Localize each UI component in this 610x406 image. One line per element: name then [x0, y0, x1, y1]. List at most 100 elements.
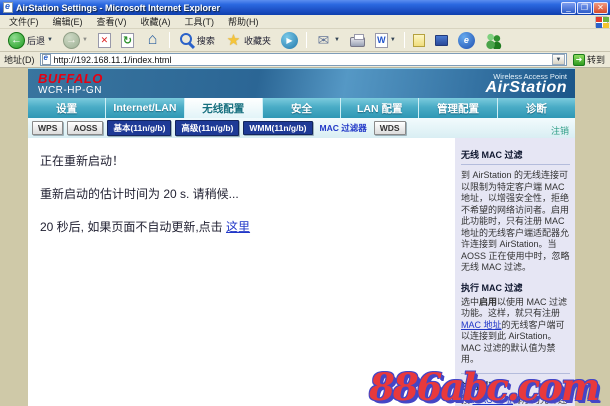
- print-button[interactable]: [346, 31, 369, 49]
- back-icon: [8, 31, 25, 49]
- media-button[interactable]: [277, 30, 302, 51]
- toolbar-separator: [168, 32, 170, 48]
- subtab-AOSS[interactable]: AOSS: [67, 121, 104, 135]
- minimize-button[interactable]: _: [561, 1, 576, 14]
- tab-Internet/LAN[interactable]: Internet/LAN: [106, 98, 185, 118]
- edit-button[interactable]: ▼: [371, 31, 400, 50]
- product-name: AirStation: [485, 79, 567, 96]
- home-icon: [144, 32, 161, 49]
- edit-icon: [374, 32, 388, 48]
- menu-item[interactable]: 编辑(E): [46, 14, 90, 29]
- address-value[interactable]: http://192.168.11.1/index.html: [54, 55, 549, 65]
- subtab-基本(11n/g/b)[interactable]: 基本(11n/g/b): [107, 120, 172, 136]
- sub-tabs: WPS AOSS 基本(11n/g/b) 高级(11n/g/b) WMM(11n/g/b…: [32, 120, 406, 136]
- favorites-button[interactable]: 收藏夹: [221, 30, 275, 51]
- mail-icon: [315, 32, 332, 49]
- tab-无线配置[interactable]: 无线配置: [184, 98, 263, 118]
- menu-item[interactable]: 工具(T): [178, 14, 222, 29]
- sidebar-divider: [461, 164, 570, 165]
- buddies-icon: [484, 31, 502, 49]
- toolbar-button-label: 搜索: [196, 35, 215, 46]
- main-panel: 正在重新启动！ 重新启动的估计时间为 20 s. 请稍候... 20 秒后, 如…: [28, 138, 455, 406]
- sub-nav-bar: WPS AOSS 基本(11n/g/b) 高级(11n/g/b) WMM(11n/g/b…: [28, 118, 575, 138]
- title-bar: AirStation Settings - Microsoft Internet…: [0, 0, 610, 15]
- search-icon: [178, 32, 195, 49]
- refresh-hint-prefix: 20 秒后, 如果页面不自动更新,点击: [40, 220, 227, 234]
- stop-icon: [97, 32, 111, 48]
- messenger-icon: [457, 31, 475, 49]
- sidebar-mac-link[interactable]: MAC 地址: [461, 320, 502, 330]
- page-icon: [41, 53, 51, 65]
- address-input[interactable]: http://192.168.11.1/index.html ▼: [39, 53, 567, 66]
- print-icon: [349, 34, 365, 47]
- subtab-WMM(11n/g/b)[interactable]: WMM(11n/g/b): [243, 121, 313, 135]
- address-dropdown-icon[interactable]: ▼: [551, 54, 565, 65]
- sidebar-paragraph: 选中启用以使用 MAC 过滤功能。这样，就只有注册 MAC 地址的无线客户端可以…: [461, 296, 568, 365]
- product-block: Wireless Access Point AirStation: [485, 72, 567, 97]
- chevron-down-icon: ▼: [333, 37, 340, 43]
- airstation-page: BUFFALO WCR-HP-GN Wireless Access Point …: [28, 68, 575, 406]
- back-button[interactable]: 后退▼: [4, 30, 57, 51]
- go-arrow-icon: ➜: [572, 53, 585, 66]
- favorites-icon: [225, 32, 242, 49]
- content-area: 正在重新启动！ 重新启动的估计时间为 20 s. 请稍候... 20 秒后, 如…: [28, 138, 575, 406]
- subtab-MAC 过滤器[interactable]: MAC 过滤器: [317, 121, 370, 135]
- chevron-down-icon: ▼: [47, 37, 53, 43]
- messenger-button[interactable]: [454, 30, 479, 51]
- tab-安全[interactable]: 安全: [263, 98, 342, 118]
- stop-button[interactable]: [94, 31, 115, 50]
- sidebar-heading: 注册列表: [461, 380, 498, 391]
- buffalo-header: BUFFALO WCR-HP-GN Wireless Access Point …: [28, 68, 575, 98]
- folders-icon: [434, 34, 448, 46]
- logout-link[interactable]: 注销: [551, 124, 569, 137]
- menu-bar: 文件(F) 编辑(E) 查看(V) 收藏(A) 工具(T) 帮助(H): [0, 15, 610, 29]
- search-button[interactable]: 搜索: [174, 30, 219, 51]
- mail-button[interactable]: ▼: [311, 30, 344, 51]
- menu-item[interactable]: 查看(V): [90, 14, 134, 29]
- toolbar-button-label: 后退: [27, 35, 46, 46]
- buffalo-logo: BUFFALO: [38, 71, 103, 86]
- sidebar-mac-link[interactable]: MAC 地址: [473, 395, 514, 405]
- menu-item[interactable]: 收藏(A): [134, 14, 178, 29]
- forward-icon: [62, 31, 80, 49]
- address-label: 地址(D): [4, 55, 35, 65]
- home-button[interactable]: [140, 30, 165, 51]
- brand-block: BUFFALO WCR-HP-GN: [38, 72, 103, 96]
- restart-time-text: 重新启动的估计时间为 20 s. 请稍候...: [40, 187, 239, 201]
- maximize-button[interactable]: ❐: [577, 1, 592, 14]
- menu-item[interactable]: 帮助(H): [221, 14, 266, 29]
- sidebar-bold-text: 启用: [479, 296, 498, 307]
- ie-document-icon: [3, 1, 13, 13]
- subtab-WPS[interactable]: WPS: [32, 121, 64, 135]
- sidebar-divider: [461, 372, 570, 374]
- close-button[interactable]: ✕: [593, 1, 608, 14]
- window-title: AirStation Settings - Microsoft Internet…: [16, 2, 221, 13]
- windows-logo-icon: [595, 15, 609, 28]
- folders-button[interactable]: [431, 33, 452, 48]
- forward-button: ▼: [59, 30, 92, 51]
- tab-设置[interactable]: 设置: [28, 98, 107, 118]
- window-controls: _ ❐ ✕: [561, 1, 608, 14]
- sidebar-heading: 执行 MAC 过滤: [461, 282, 523, 293]
- subtab-WDS[interactable]: WDS: [373, 121, 406, 135]
- notes-button[interactable]: [409, 32, 429, 49]
- toolbar-separator: [305, 32, 307, 48]
- toolbar-button-label: 收藏夹: [243, 35, 271, 46]
- go-button[interactable]: ➜ 转到: [570, 53, 608, 66]
- menu-item[interactable]: 文件(F): [2, 14, 46, 29]
- menu-items: 文件(F) 编辑(E) 查看(V) 收藏(A) 工具(T) 帮助(H): [2, 14, 266, 29]
- refresh-here-link[interactable]: 这里: [226, 220, 250, 234]
- notes-icon: [412, 33, 425, 47]
- tab-诊断[interactable]: 诊断: [498, 98, 575, 118]
- tab-管理配置[interactable]: 管理配置: [419, 98, 498, 118]
- tab-LAN 配置[interactable]: LAN 配置: [341, 98, 420, 118]
- restart-status-text: 正在重新启动！: [40, 154, 125, 168]
- go-label: 转到: [586, 55, 605, 65]
- toolbar-separator: [403, 32, 405, 48]
- address-bar: 地址(D) http://192.168.11.1/index.html ▼ ➜…: [0, 52, 610, 68]
- buddies-button[interactable]: [481, 30, 506, 51]
- toolbar: 后退▼▼搜索收藏夹▼▼: [0, 29, 610, 52]
- subtab-高级(11n/g/b)[interactable]: 高级(11n/g/b): [175, 120, 240, 136]
- refresh-button[interactable]: [117, 31, 138, 50]
- sidebar-paragraph: 按 MAC 地址排序的允许连接到此 AirStation 的 MAC 地址列表。…: [461, 394, 568, 405]
